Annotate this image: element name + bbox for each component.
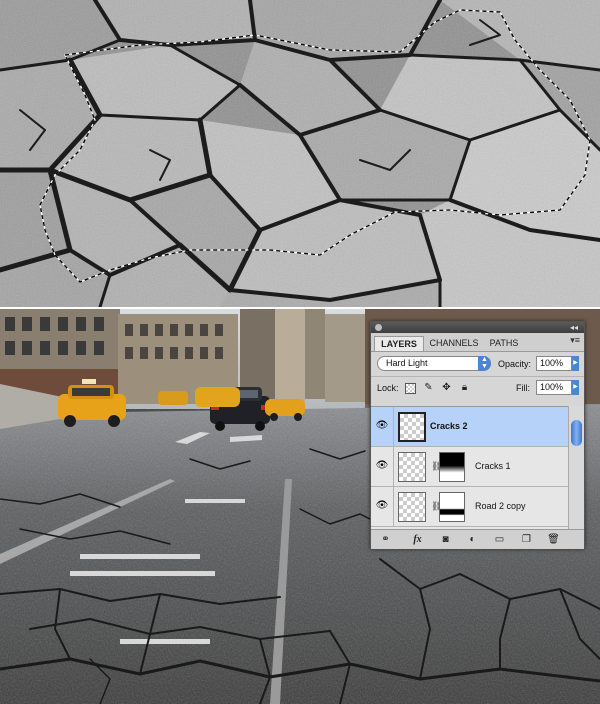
new-layer-icon[interactable]: ❐ [520,533,533,546]
opacity-input[interactable]: 100% [536,356,572,371]
opacity-slider-icon[interactable]: ▶ [572,356,579,371]
lock-position-icon[interactable]: ✥ [441,382,452,393]
layers-panel: ◂◂ LAYERS CHANNELS PATHS ▾≡ Hard Light ▲… [370,321,585,549]
trash-icon[interactable]: 🗑︎ [547,533,560,546]
tab-layers[interactable]: LAYERS [374,336,424,351]
new-group-icon[interactable]: ▭ [493,533,506,546]
lock-row: Lock: ✎ ✥ 🔒︎ Fill: 100% ▶ [371,376,584,399]
layer-mask-thumbnail[interactable] [439,452,465,482]
layer-row-cracks-2[interactable]: 👁︎ Cracks 2 [371,407,568,447]
lock-all-icon[interactable]: 🔒︎ [459,382,470,393]
panel-titlebar[interactable]: ◂◂ [371,322,584,333]
eye-icon[interactable]: 👁︎ [375,460,389,472]
cracked-texture-canvas[interactable] [0,0,600,307]
layer-thumbnail[interactable] [398,492,426,522]
blend-mode-value: Hard Light [386,358,428,368]
tab-paths[interactable]: PATHS [485,336,523,351]
cracked-texture-image [0,0,600,307]
layer-mask-thumbnail[interactable] [439,492,465,522]
blend-row: Hard Light ▲ ▼ Opacity: 100% ▶ [371,353,584,375]
fill-slider-icon[interactable]: ▶ [572,380,579,395]
lock-brush-icon[interactable]: ✎ [423,382,434,393]
collapse-icon[interactable]: ◂◂ [570,322,578,333]
panel-tabs: LAYERS CHANNELS PATHS ▾≡ [371,333,584,352]
lock-label: Lock: [377,383,399,393]
scrollbar-thumb[interactable] [571,420,582,446]
fx-icon[interactable]: fx [411,533,424,546]
layer-name[interactable]: Road 2 copy [475,501,526,511]
layer-name[interactable]: Cracks 2 [430,421,468,431]
layer-row-road-2-copy[interactable]: 👁︎ ⛓︎ Road 2 copy [371,487,568,527]
layer-name[interactable]: Cracks 1 [475,461,511,471]
layer-thumbnail[interactable] [398,412,426,442]
panel-footer: ⚭ fx ◙ ◐ ▭ ❐ 🗑︎ [371,529,584,549]
adjustment-layer-icon[interactable]: ◐ [466,533,479,546]
panel-menu-icon[interactable]: ▾≡ [570,335,580,346]
layer-thumbnail[interactable] [398,452,426,482]
opacity-label: Opacity: [498,359,532,369]
close-icon[interactable] [375,324,382,331]
link-icon[interactable]: ⚭ [379,533,392,546]
fill-label: Fill: [516,383,530,393]
eye-icon[interactable]: 👁︎ [375,500,389,512]
fill-input[interactable]: 100% [536,380,572,395]
eye-icon[interactable]: 👁︎ [375,420,389,432]
tab-channels[interactable]: CHANNELS [426,336,482,351]
add-mask-icon[interactable]: ◙ [439,533,452,546]
layers-list: 👁︎ Cracks 2 👁︎ ⛓︎ Cracks 1 👁︎ ⛓︎ Road 2 … [371,406,568,530]
blend-mode-select[interactable]: Hard Light ▲ ▼ [377,356,491,371]
lock-transparency-icon[interactable] [405,383,416,394]
layer-row-cracks-1[interactable]: 👁︎ ⛓︎ Cracks 1 [371,447,568,487]
select-arrows-icon: ▲ ▼ [478,356,491,371]
layers-scrollbar[interactable] [568,406,584,529]
